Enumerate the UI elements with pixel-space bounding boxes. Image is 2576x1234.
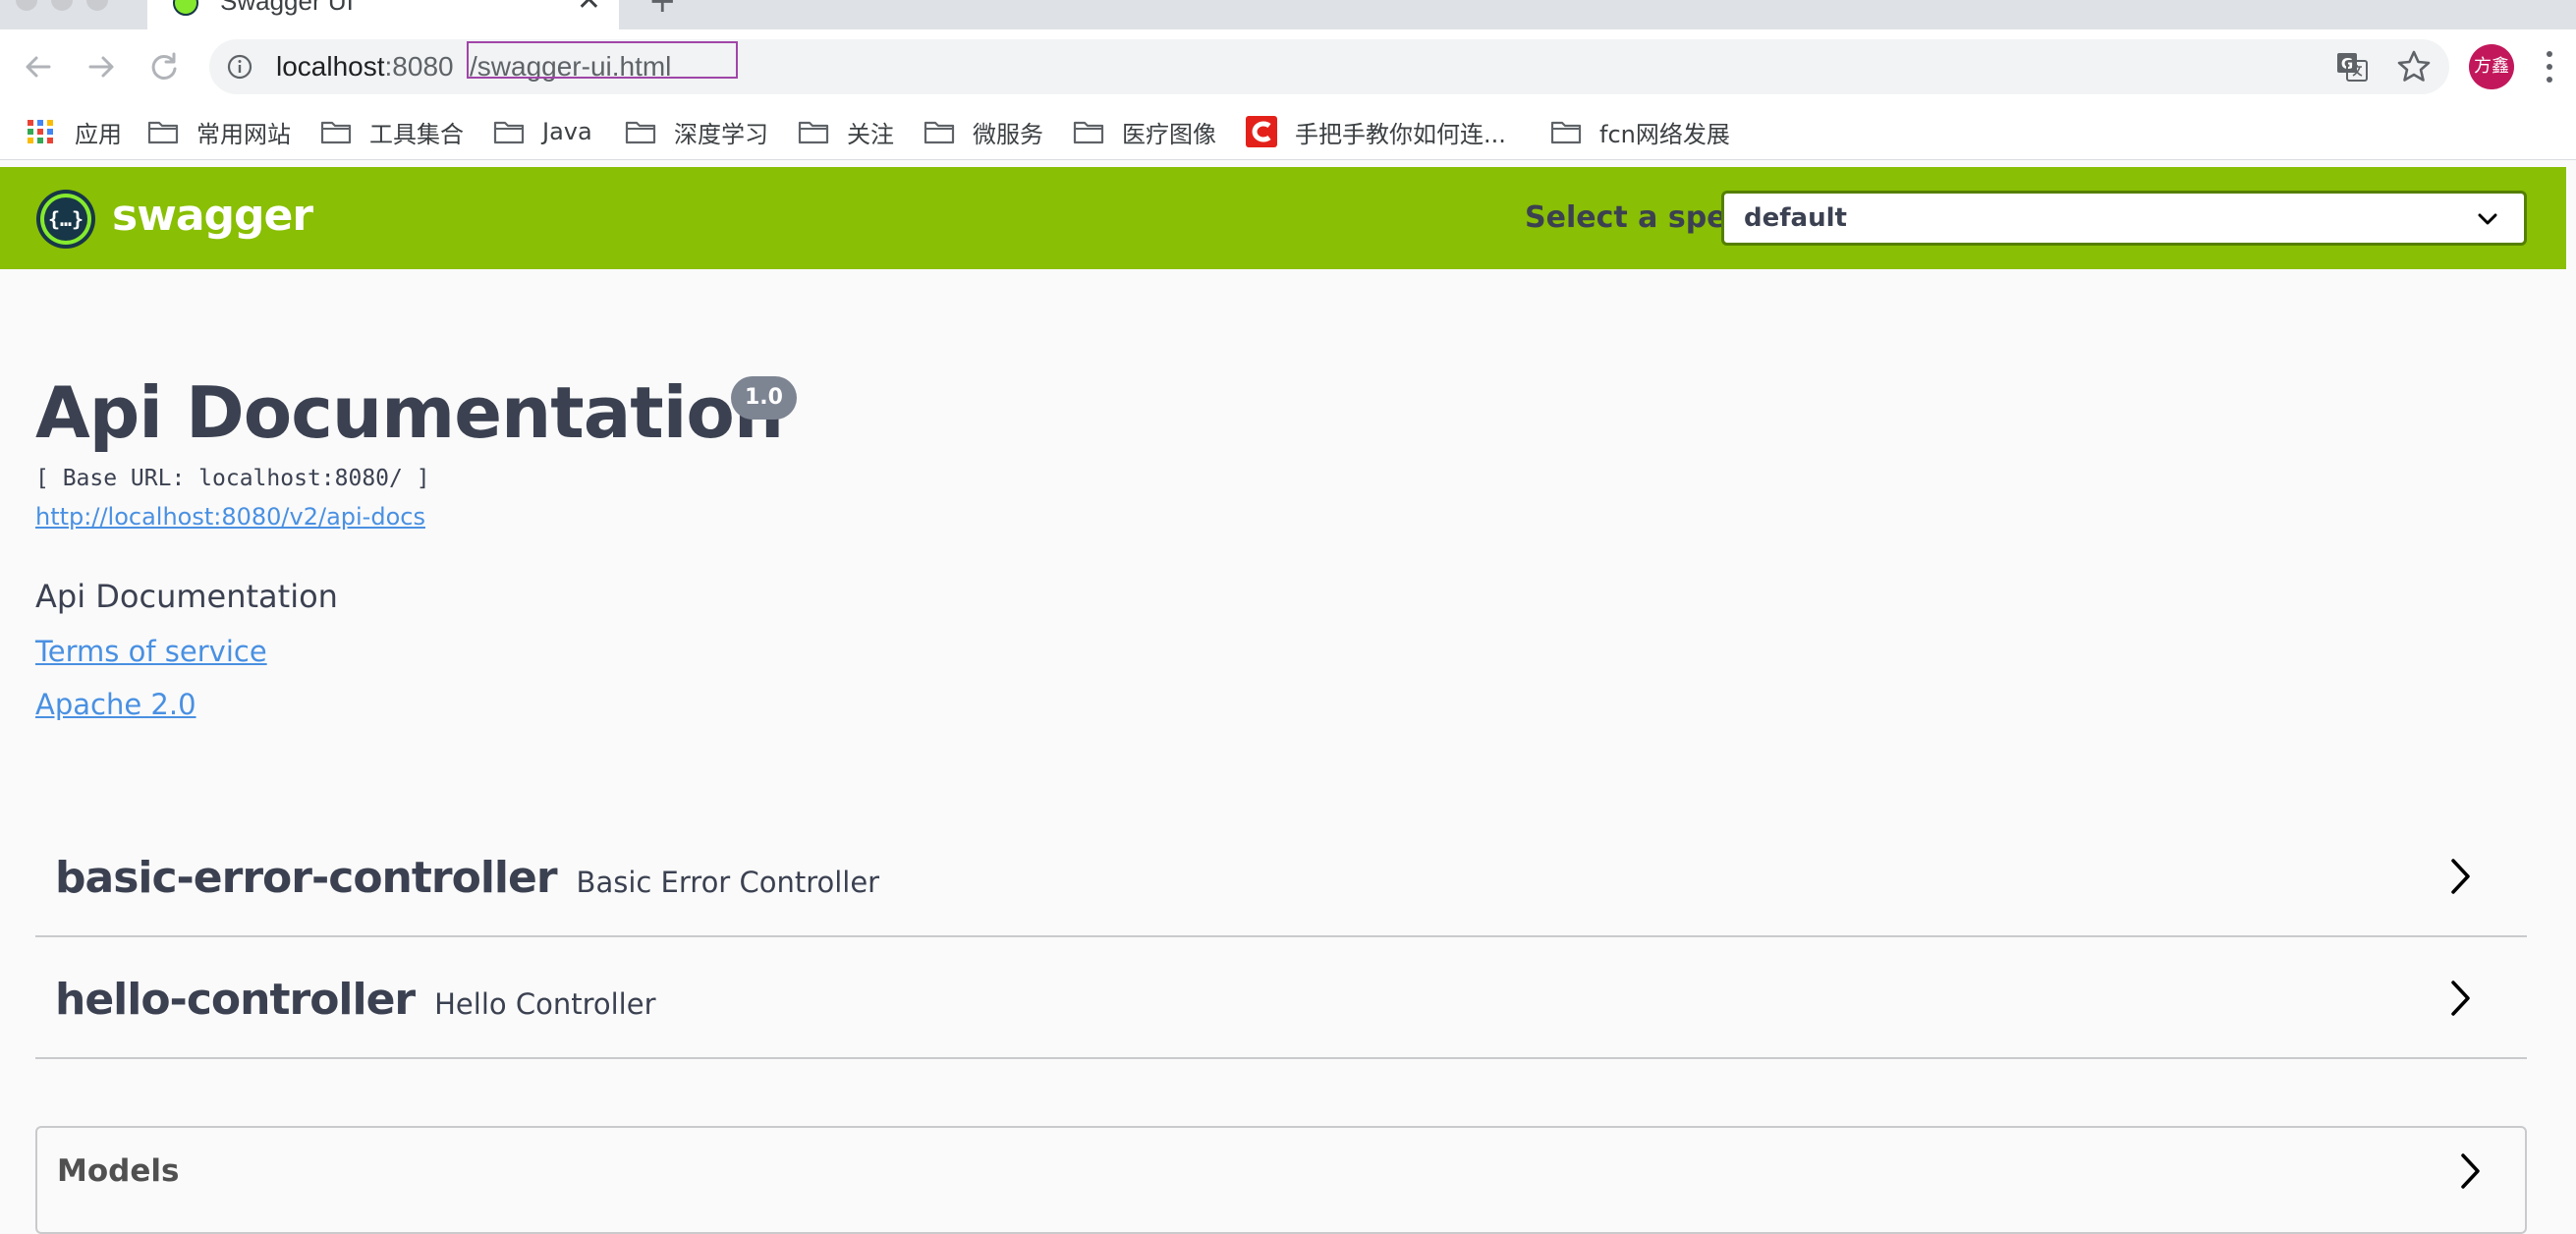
- swagger-logo-icon[interactable]: {…}: [35, 189, 96, 250]
- base-url: [ Base URL: localhost:8080/ ]: [35, 466, 430, 491]
- version-badge: 1.0: [731, 376, 797, 420]
- tag-name: basic-error-controller Basic Error Contro…: [55, 853, 880, 903]
- spec-select[interactable]: default: [1721, 191, 2527, 246]
- swagger-topbar: {…} swagger Select a spec default: [0, 167, 2566, 269]
- translate-icon[interactable]: G: [2332, 47, 2372, 86]
- bookmark-apps[interactable]: 应用: [26, 112, 122, 151]
- bookmark-folder[interactable]: 微服务: [924, 112, 1043, 151]
- info-icon[interactable]: [227, 54, 252, 80]
- maximize-window-dot[interactable]: [86, 0, 108, 11]
- bookmark-star-icon[interactable]: [2394, 47, 2434, 86]
- browser-toolbar: localhost:8080 /swagger-ui.html G 方鑫: [0, 29, 2576, 104]
- folder-icon: [924, 121, 955, 144]
- tab-strip: Swagger UI ✕ +: [0, 0, 2576, 29]
- swagger-favicon-icon: [173, 0, 198, 16]
- bookmark-folder[interactable]: fcn网络发展: [1550, 112, 1730, 151]
- bookmark-label: 深度学习: [674, 120, 768, 148]
- license-link[interactable]: Apache 2.0: [35, 688, 196, 721]
- chevron-right-icon[interactable]: [2448, 857, 2472, 896]
- api-description: Api Documentation: [35, 578, 338, 615]
- bookmark-label: 医疗图像: [1122, 120, 1216, 148]
- folder-icon: [320, 121, 352, 144]
- models-title: Models: [57, 1153, 180, 1189]
- bookmarks-bar: 应用 常用网站 工具集合 Java 深度学习 关注 微服务 医疗图像 手把手教你…: [0, 104, 2576, 160]
- bookmark-folder[interactable]: 关注: [798, 112, 894, 151]
- bookmark-label: 常用网站: [196, 120, 291, 148]
- models-section[interactable]: Models: [35, 1126, 2527, 1234]
- back-arrow-icon[interactable]: [18, 46, 59, 87]
- bookmark-label: 微服务: [973, 120, 1043, 148]
- bookmark-label: 手把手教你如何连...: [1295, 120, 1506, 148]
- bookmark-folder[interactable]: 工具集合: [320, 112, 464, 151]
- bookmark-folder[interactable]: Java: [493, 112, 592, 151]
- reload-icon[interactable]: [143, 46, 185, 87]
- csdn-icon: [1246, 116, 1277, 147]
- forward-arrow-icon[interactable]: [81, 46, 122, 87]
- profile-avatar[interactable]: 方鑫: [2469, 44, 2514, 89]
- url-path-highlight-box: [467, 41, 738, 79]
- browser-menu-icon[interactable]: [2543, 49, 2556, 84]
- chevron-right-icon[interactable]: [2458, 1151, 2482, 1191]
- close-tab-icon[interactable]: ✕: [577, 0, 601, 16]
- api-docs-link[interactable]: http://localhost:8080/v2/api-docs: [35, 503, 425, 531]
- bookmark-label: fcn网络发展: [1599, 120, 1730, 148]
- tag-name: hello-controller Hello Controller: [55, 975, 656, 1025]
- bookmark-folder[interactable]: 深度学习: [625, 112, 768, 151]
- swagger-logo-text[interactable]: swagger: [112, 191, 313, 241]
- chevron-right-icon[interactable]: [2448, 979, 2472, 1018]
- bookmark-csdn[interactable]: 手把手教你如何连...: [1246, 112, 1506, 151]
- minimize-window-dot[interactable]: [51, 0, 73, 11]
- url-port: :8080: [384, 51, 454, 82]
- apps-grid-icon: [28, 120, 53, 143]
- bookmark-folder[interactable]: 医疗图像: [1073, 112, 1216, 151]
- svg-text:{…}: {…}: [48, 207, 84, 231]
- folder-icon: [1073, 121, 1104, 144]
- folder-icon: [147, 121, 179, 144]
- tag-description: Hello Controller: [434, 987, 656, 1021]
- bookmark-label: 应用: [75, 120, 122, 148]
- url-host: localhost:8080: [276, 51, 454, 82]
- address-bar[interactable]: localhost:8080 /swagger-ui.html: [209, 39, 2449, 94]
- terms-of-service-link[interactable]: Terms of service: [35, 635, 267, 668]
- chevron-down-icon: [2478, 213, 2497, 225]
- folder-icon: [625, 121, 656, 144]
- bookmark-label: 关注: [847, 120, 894, 148]
- api-title: Api Documentation: [35, 371, 784, 454]
- bookmark-label: Java: [542, 118, 592, 145]
- new-tab-icon[interactable]: +: [648, 0, 677, 18]
- select-spec-label: Select a spec: [1525, 200, 1745, 235]
- folder-icon: [493, 121, 525, 144]
- spec-select-value: default: [1744, 203, 1847, 233]
- close-window-dot[interactable]: [16, 0, 37, 11]
- tag-description: Basic Error Controller: [576, 866, 880, 899]
- tag-section-hello-controller[interactable]: hello-controller Hello Controller: [35, 935, 2527, 1059]
- browser-tab[interactable]: Swagger UI ✕: [147, 0, 619, 29]
- folder-icon: [1550, 121, 1582, 144]
- bookmark-label: 工具集合: [369, 120, 464, 148]
- tab-title: Swagger UI: [220, 0, 354, 16]
- folder-icon: [798, 121, 829, 144]
- tag-section-basic-error-controller[interactable]: basic-error-controller Basic Error Contro…: [35, 813, 2527, 937]
- bookmark-folder[interactable]: 常用网站: [147, 112, 291, 151]
